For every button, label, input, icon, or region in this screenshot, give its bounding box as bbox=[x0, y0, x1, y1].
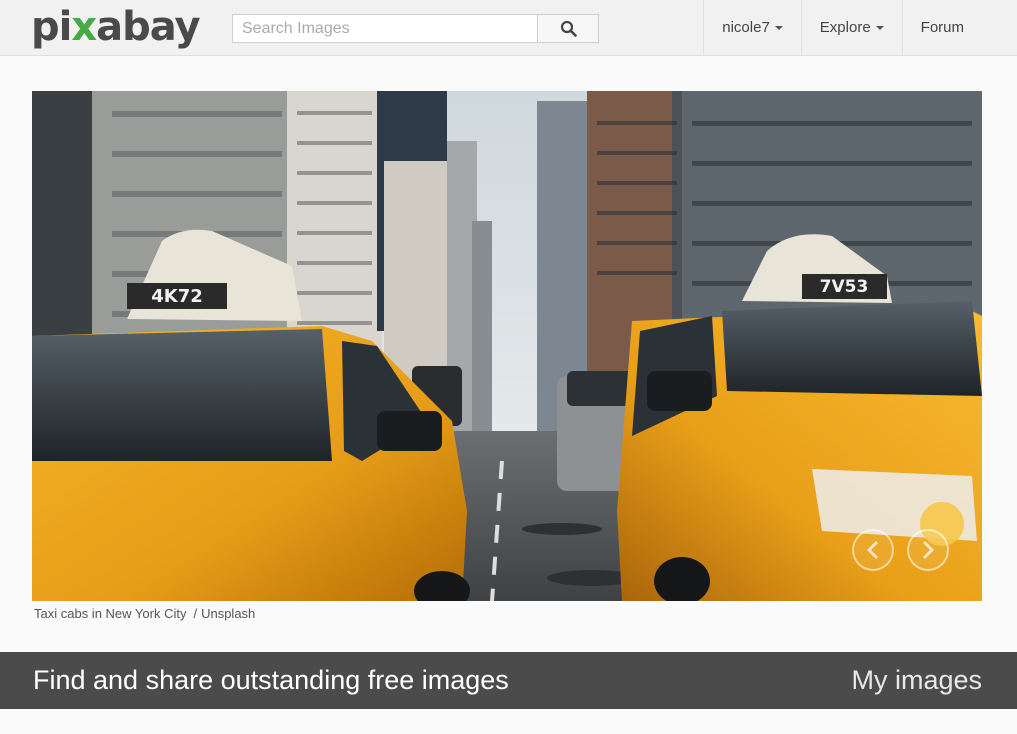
magnifier-icon bbox=[560, 20, 577, 37]
caption-title-link[interactable]: Taxi cabs in New York City bbox=[34, 606, 186, 621]
search-box bbox=[232, 14, 599, 43]
nav-explore-menu[interactable]: Explore bbox=[800, 0, 902, 55]
caret-down-icon bbox=[774, 25, 783, 30]
tagline-banner: Find and share outstanding free images M… bbox=[0, 652, 1017, 709]
my-images-link[interactable]: My images bbox=[851, 665, 982, 696]
chevron-right-icon bbox=[922, 540, 935, 560]
pixabay-logo[interactable]: pixabay bbox=[31, 4, 201, 50]
logo-text-start: pi bbox=[31, 4, 72, 50]
nav-explore-label: Explore bbox=[819, 19, 871, 36]
left-taxi-plate-text: 4K72 bbox=[151, 286, 203, 307]
logo-text-end: abay bbox=[96, 4, 200, 50]
image-caption: Taxi cabs in New York City / Unsplash bbox=[34, 606, 255, 621]
search-button[interactable] bbox=[537, 15, 598, 42]
caret-down-icon bbox=[875, 25, 884, 30]
slideshow-next-button[interactable] bbox=[907, 529, 949, 571]
nav-forum-link[interactable]: Forum bbox=[901, 0, 982, 55]
search-input[interactable] bbox=[233, 15, 539, 42]
chevron-left-icon bbox=[866, 540, 879, 560]
caption-separator: / bbox=[193, 606, 198, 621]
logo-text-x: x bbox=[71, 4, 97, 50]
caption-source-link[interactable]: Unsplash bbox=[201, 606, 255, 621]
taxi-street-photo: 4K72 7V53 bbox=[32, 91, 982, 601]
main-nav: nicole7 Explore Forum bbox=[703, 0, 982, 55]
nav-forum-label: Forum bbox=[920, 19, 964, 36]
hero-image[interactable]: 4K72 7V53 bbox=[32, 91, 982, 601]
top-header: pixabay nicole7 Explore Forum bbox=[0, 0, 1017, 56]
nav-user-menu[interactable]: nicole7 bbox=[703, 0, 801, 55]
nav-user-label: nicole7 bbox=[722, 19, 770, 36]
banner-title: Find and share outstanding free images bbox=[33, 665, 509, 695]
right-taxi-plate-text: 7V53 bbox=[820, 277, 869, 297]
slideshow-prev-button[interactable] bbox=[852, 529, 894, 571]
